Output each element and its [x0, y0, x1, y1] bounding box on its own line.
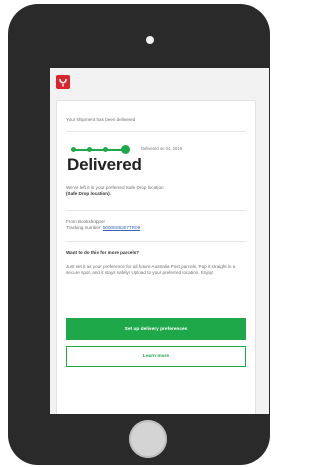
- tablet-device: Your shipment has been delivered Deliver…: [8, 4, 270, 465]
- shipment-details: From Bookshopper Tracking number: 5000E8…: [66, 219, 241, 231]
- email-screen: Your shipment has been delivered Deliver…: [50, 68, 269, 414]
- tracking-number-link[interactable]: 5000E86307TR09: [103, 225, 140, 230]
- status-heading: Delivered: [67, 155, 142, 174]
- location-line-2: (Safe Drop location).: [66, 191, 111, 196]
- divider: [66, 210, 246, 211]
- divider: [66, 241, 246, 242]
- set-up-delivery-preferences-button[interactable]: Set up delivery preferences: [66, 318, 246, 340]
- tracking-label: Tracking number:: [66, 225, 102, 230]
- email-card: Your shipment has been delivered Deliver…: [56, 100, 256, 414]
- home-button[interactable]: [129, 420, 167, 458]
- question-heading: Want to do this for more parcels?: [66, 250, 140, 255]
- intro-text: Your shipment has been delivered: [66, 117, 136, 122]
- delivery-date: Delivered on 04, 2019: [141, 146, 182, 151]
- australia-post-logo-icon: [56, 75, 70, 89]
- divider: [66, 131, 246, 132]
- learn-more-button[interactable]: Learn more: [66, 346, 246, 367]
- camera-icon: [146, 36, 154, 44]
- tracking-row: Tracking number: 5000E86307TR09: [66, 225, 241, 231]
- location-message: We've left it in your preferred Safe Dro…: [66, 185, 241, 197]
- body-text: Just set it as your preference for all f…: [66, 264, 236, 275]
